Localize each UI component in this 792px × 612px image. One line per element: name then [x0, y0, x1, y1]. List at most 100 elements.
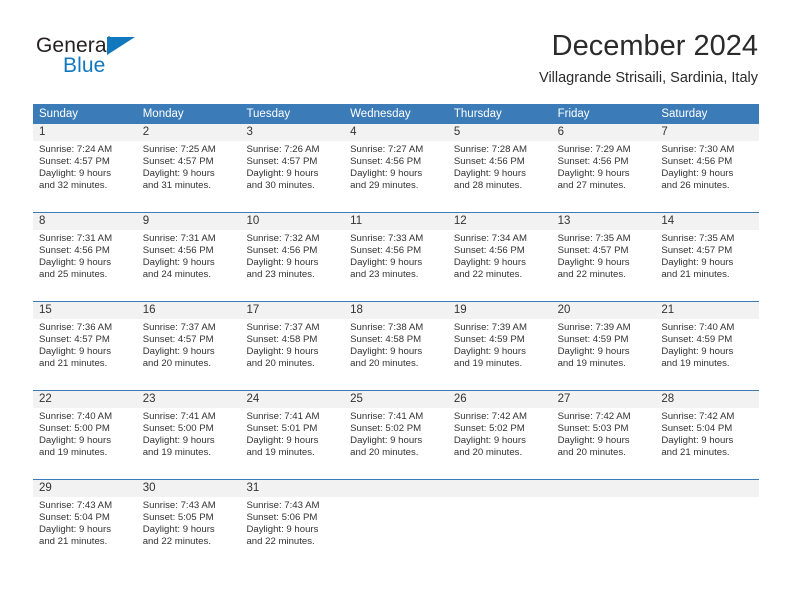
day-details: Sunrise: 7:39 AM Sunset: 4:59 PM Daylight:… [448, 319, 552, 370]
calendar-day-cell[interactable]: 25 Sunrise: 7:41 AM Sunset: 5:02 PM Dayligh… [344, 391, 448, 479]
daylight-duration-line2: and 22 minutes. [246, 535, 315, 547]
day-number: 12 [447, 213, 552, 230]
day-number: 6 [551, 124, 656, 141]
day-details: Sunrise: 7:43 AM Sunset: 5:05 PM Daylight:… [137, 497, 241, 548]
calendar-day-cell[interactable]: 28 Sunrise: 7:42 AM Sunset: 5:04 PM Dayligh… [655, 391, 760, 479]
calendar-day-cell[interactable]: 26 Sunrise: 7:42 AM Sunset: 5:02 PM Dayligh… [447, 391, 552, 479]
calendar-day-cell[interactable]: 29 Sunrise: 7:43 AM Sunset: 5:04 PM Dayligh… [33, 480, 137, 568]
sunrise-time: Sunrise: 7:34 AM [453, 233, 527, 244]
daylight-duration-line1: Daylight: 9 hours [557, 345, 630, 357]
daylight-duration-line2: and 20 minutes. [350, 446, 419, 458]
calendar-day-cell[interactable]: 7 Sunrise: 7:30 AM Sunset: 4:56 PM Daylight… [655, 124, 760, 212]
daylight-duration-line2: and 26 minutes. [661, 179, 730, 191]
day-number: 10 [240, 213, 345, 230]
sunrise-time: Sunrise: 7:28 AM [453, 144, 527, 155]
daylight-duration-line2: and 23 minutes. [350, 268, 419, 280]
sunrise-time: Sunrise: 7:40 AM [661, 322, 735, 333]
page-subtitle: Villagrande Strisaili, Sardinia, Italy [539, 70, 758, 86]
calendar-day-cell[interactable]: 17 Sunrise: 7:37 AM Sunset: 4:58 PM Dayligh… [240, 302, 345, 390]
day-details: Sunrise: 7:31 AM Sunset: 4:56 PM Daylight:… [137, 230, 241, 281]
day-number: 31 [240, 480, 345, 497]
sunset-time: Sunset: 4:57 PM [142, 333, 214, 345]
general-blue-logo[interactable]: General Blue [34, 34, 254, 90]
calendar-day-cell[interactable]: 4 Sunrise: 7:27 AM Sunset: 4:56 PM Daylight… [344, 124, 448, 212]
calendar-day-cell[interactable]: 2 Sunrise: 7:25 AM Sunset: 4:57 PM Daylight… [136, 124, 241, 212]
day-details: Sunrise: 7:39 AM Sunset: 4:59 PM Daylight:… [552, 319, 656, 370]
sunrise-time: Sunrise: 7:40 AM [39, 411, 113, 422]
calendar-day-cell[interactable]: 3 Sunrise: 7:26 AM Sunset: 4:57 PM Daylight… [240, 124, 345, 212]
daylight-duration-line2: and 28 minutes. [453, 179, 523, 191]
calendar-day-cell[interactable]: 5 Sunrise: 7:28 AM Sunset: 4:56 PM Daylight… [447, 124, 552, 212]
day-number: 15 [33, 302, 137, 319]
calendar-day-cell[interactable]: 9 Sunrise: 7:31 AM Sunset: 4:56 PM Daylight… [136, 213, 241, 301]
day-details: Sunrise: 7:43 AM Sunset: 5:06 PM Daylight:… [240, 497, 344, 548]
calendar-day-cell[interactable]: 11 Sunrise: 7:33 AM Sunset: 4:56 PM Dayligh… [344, 213, 448, 301]
calendar-day-cell[interactable]: 15 Sunrise: 7:36 AM Sunset: 4:57 PM Dayligh… [33, 302, 137, 390]
daylight-duration-line2: and 19 minutes. [246, 446, 315, 458]
calendar-day-cell[interactable]: 14 Sunrise: 7:35 AM Sunset: 4:57 PM Dayligh… [655, 213, 760, 301]
day-number: 16 [136, 302, 241, 319]
sunrise-time: Sunrise: 7:42 AM [453, 411, 527, 422]
daylight-duration-line1: Daylight: 9 hours [350, 256, 423, 268]
daylight-duration-line2: and 29 minutes. [350, 179, 419, 191]
sunrise-time: Sunrise: 7:41 AM [350, 411, 424, 422]
title-block: December 2024 Villagrande Strisaili, Sar… [539, 28, 758, 88]
daylight-duration-line1: Daylight: 9 hours [453, 434, 526, 446]
calendar-day-cell[interactable]: 21 Sunrise: 7:40 AM Sunset: 4:59 PM Dayligh… [655, 302, 760, 390]
day-number: 29 [33, 480, 137, 497]
sunrise-time: Sunrise: 7:27 AM [350, 144, 424, 155]
calendar-day-cell[interactable]: 16 Sunrise: 7:37 AM Sunset: 4:57 PM Dayligh… [136, 302, 241, 390]
sunrise-time: Sunrise: 7:42 AM [661, 411, 735, 422]
calendar-day-cell[interactable]: 8 Sunrise: 7:31 AM Sunset: 4:56 PM Daylight… [33, 213, 137, 301]
day-details: Sunrise: 7:40 AM Sunset: 5:00 PM Daylight:… [33, 408, 137, 459]
calendar-day-cell[interactable]: 20 Sunrise: 7:39 AM Sunset: 4:59 PM Dayligh… [551, 302, 656, 390]
daylight-duration-line2: and 19 minutes. [453, 357, 523, 369]
daylight-duration-line2: and 20 minutes. [453, 446, 523, 458]
daylight-duration-line2: and 21 minutes. [661, 268, 730, 280]
calendar-week-row: 15 Sunrise: 7:36 AM Sunset: 4:57 PM Dayligh… [33, 301, 760, 390]
sunset-time: Sunset: 4:59 PM [661, 333, 733, 345]
calendar-day-cell[interactable]: 18 Sunrise: 7:38 AM Sunset: 4:58 PM Dayligh… [344, 302, 448, 390]
daylight-duration-line1: Daylight: 9 hours [350, 167, 423, 179]
sunset-time: Sunset: 4:59 PM [453, 333, 525, 345]
calendar-week-cells: 1 Sunrise: 7:24 AM Sunset: 4:57 PM Daylight… [33, 124, 760, 212]
calendar-day-cell[interactable]: 31 Sunrise: 7:43 AM Sunset: 5:06 PM Dayligh… [240, 480, 345, 568]
calendar-day-cell[interactable]: 27 Sunrise: 7:42 AM Sunset: 5:03 PM Dayligh… [551, 391, 656, 479]
daylight-duration-line1: Daylight: 9 hours [39, 167, 111, 179]
day-details: Sunrise: 7:31 AM Sunset: 4:56 PM Daylight:… [33, 230, 137, 281]
daylight-duration-line1: Daylight: 9 hours [661, 167, 734, 179]
calendar-day-cell[interactable]: 30 Sunrise: 7:43 AM Sunset: 5:05 PM Dayligh… [136, 480, 241, 568]
weekday-header-wednesday: Wednesday [350, 108, 411, 120]
daylight-duration-line2: and 19 minutes. [39, 446, 108, 458]
calendar-week-row: 22 Sunrise: 7:40 AM Sunset: 5:00 PM Dayligh… [33, 390, 760, 479]
daylight-duration-line1: Daylight: 9 hours [142, 434, 215, 446]
calendar-day-cell[interactable]: 22 Sunrise: 7:40 AM Sunset: 5:00 PM Dayligh… [33, 391, 137, 479]
sunrise-time: Sunrise: 7:39 AM [453, 322, 527, 333]
day-number [447, 480, 552, 497]
calendar-day-cell[interactable]: 23 Sunrise: 7:41 AM Sunset: 5:00 PM Dayligh… [136, 391, 241, 479]
calendar-day-cell[interactable]: 13 Sunrise: 7:35 AM Sunset: 4:57 PM Dayligh… [551, 213, 656, 301]
calendar-grid: Sunday Monday Tuesday Wednesday Thursday Frid… [33, 104, 760, 568]
sunset-time: Sunset: 5:02 PM [350, 422, 422, 434]
day-details: Sunrise: 7:25 AM Sunset: 4:57 PM Daylight:… [137, 141, 241, 192]
day-details: Sunrise: 7:37 AM Sunset: 4:57 PM Daylight:… [137, 319, 241, 370]
day-number: 14 [655, 213, 760, 230]
calendar-day-cell[interactable]: 6 Sunrise: 7:29 AM Sunset: 4:56 PM Daylight… [551, 124, 656, 212]
daylight-duration-line1: Daylight: 9 hours [246, 256, 319, 268]
daylight-duration-line2: and 19 minutes. [142, 446, 211, 458]
daylight-duration-line2: and 22 minutes. [142, 535, 211, 547]
day-details: Sunrise: 7:42 AM Sunset: 5:02 PM Daylight:… [448, 408, 552, 459]
daylight-duration-line2: and 22 minutes. [557, 268, 626, 280]
calendar-day-cell[interactable]: 12 Sunrise: 7:34 AM Sunset: 4:56 PM Dayligh… [447, 213, 552, 301]
sunrise-time: Sunrise: 7:30 AM [661, 144, 735, 155]
day-number [344, 480, 448, 497]
day-details: Sunrise: 7:32 AM Sunset: 4:56 PM Daylight:… [240, 230, 344, 281]
calendar-week-row: 29 Sunrise: 7:43 AM Sunset: 5:04 PM Dayligh… [33, 479, 760, 568]
calendar-day-cell[interactable]: 1 Sunrise: 7:24 AM Sunset: 4:57 PM Daylight… [33, 124, 137, 212]
calendar-day-cell[interactable]: 19 Sunrise: 7:39 AM Sunset: 4:59 PM Dayligh… [447, 302, 552, 390]
daylight-duration-line1: Daylight: 9 hours [661, 256, 734, 268]
sunrise-time: Sunrise: 7:41 AM [142, 411, 216, 422]
daylight-duration-line1: Daylight: 9 hours [246, 523, 319, 535]
calendar-day-cell[interactable]: 10 Sunrise: 7:32 AM Sunset: 4:56 PM Dayligh… [240, 213, 345, 301]
calendar-day-cell[interactable]: 24 Sunrise: 7:41 AM Sunset: 5:01 PM Dayligh… [240, 391, 345, 479]
